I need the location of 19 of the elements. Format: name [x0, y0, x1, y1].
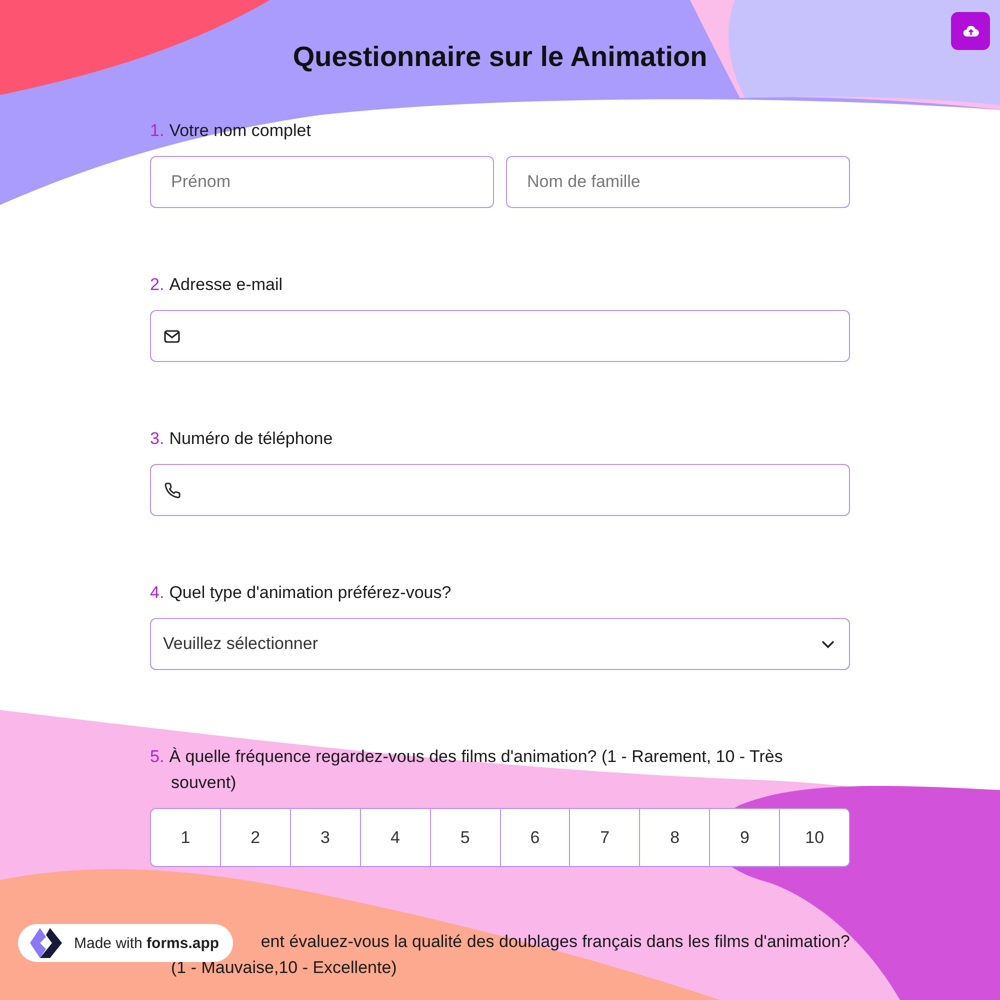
phone-field[interactable]: [150, 464, 850, 516]
question-label: 4. Quel type d'animation préférez-vous?: [150, 582, 452, 604]
scale-option[interactable]: 10: [779, 809, 849, 866]
upload-button[interactable]: [951, 12, 990, 50]
email-field[interactable]: [150, 310, 850, 362]
made-with-badge[interactable]: Made with forms.app: [18, 924, 234, 962]
mail-icon: [164, 330, 180, 342]
select-dropdown[interactable]: Veuillez sélectionner: [150, 618, 850, 670]
question-label: 2. Adresse e-mail: [150, 274, 284, 296]
question-label: ent évaluez-vous la qualité des doublages français dans les films d'animation?: [260, 931, 850, 953]
cloud-upload-icon: [962, 25, 978, 37]
question-label: 3. Numéro de téléphone: [150, 428, 334, 450]
form-title: Questionnaire sur le Animation: [292, 40, 708, 74]
text-field[interactable]: Prénom: [150, 156, 494, 208]
chevron-down-icon: [821, 640, 835, 648]
phone-icon: [164, 482, 181, 498]
question-label: 1. Votre nom complet: [150, 120, 312, 142]
question-label: 5. À quelle fréquence regardez-vous des films d'animation? (1 - Rarement, 10 - Très souvent): [150, 746, 784, 794]
text-field[interactable]: Nom de famille: [506, 156, 850, 208]
